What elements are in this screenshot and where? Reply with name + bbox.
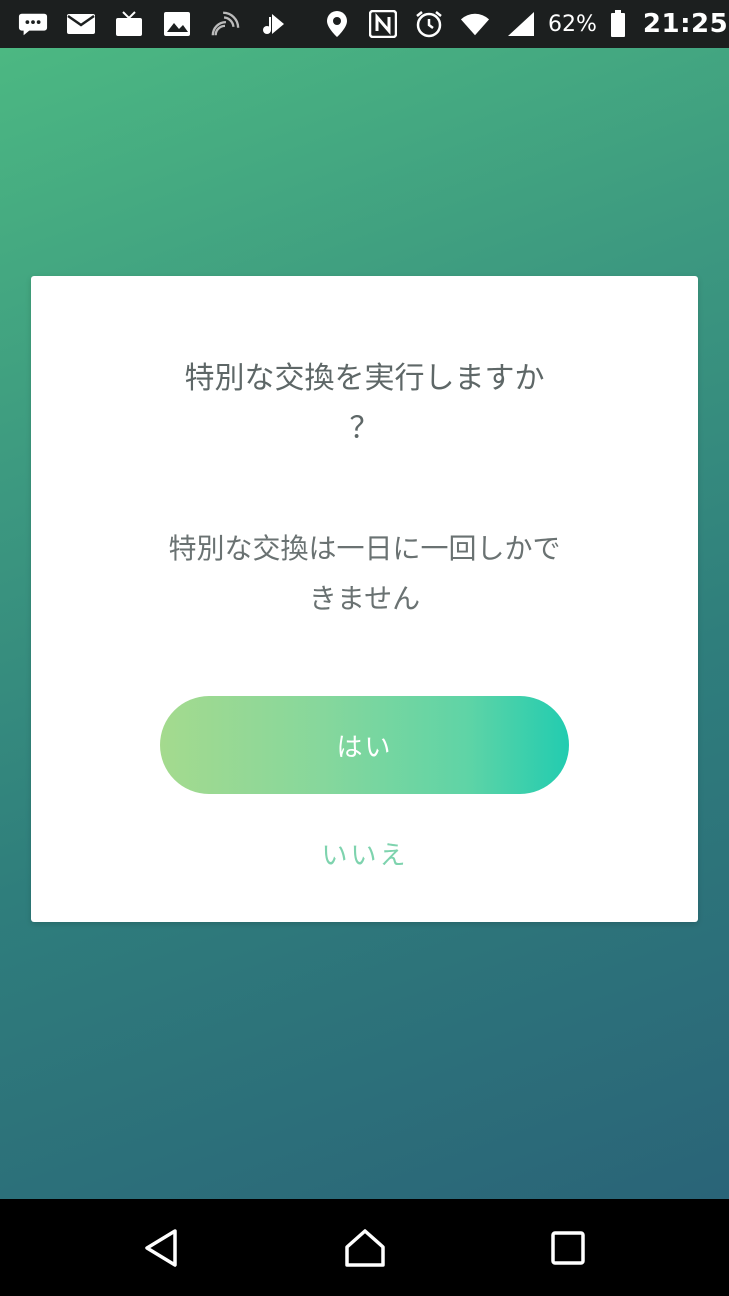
back-icon: [144, 1228, 177, 1267]
battery-percent: 62%: [548, 11, 597, 37]
notification-icons: [18, 9, 306, 39]
wifi-icon: [460, 9, 490, 39]
dialog-title: 特別な交換を実行しますか ？: [151, 354, 578, 454]
system-icons: 62% 21:25: [306, 9, 728, 39]
navigation-bar: [0, 1199, 729, 1296]
dialog-title-line1: 特別な交換を実行しますか: [184, 361, 545, 396]
status-bar: 62% 21:25: [0, 0, 729, 48]
dialog-message: 特別な交換は一日に一回しかで きません: [131, 524, 598, 624]
home-icon: [344, 1228, 385, 1267]
no-button[interactable]: いいえ: [265, 828, 465, 878]
recents-icon: [550, 1230, 585, 1265]
chat-icon: [18, 9, 48, 39]
yes-button[interactable]: はい: [160, 696, 569, 794]
status-clock: 21:25: [642, 9, 729, 39]
home-button[interactable]: [315, 1213, 415, 1283]
dialog-message-line1: 特別な交換は一日に一回しかで: [168, 532, 561, 565]
back-button[interactable]: [112, 1213, 212, 1283]
nfc-icon: [368, 9, 398, 39]
signal-icon: [506, 9, 536, 39]
recents-button[interactable]: [518, 1213, 618, 1283]
special-trade-dialog: 特別な交換を実行しますか ？ 特別な交換は一日に一回しかで きません はい いい…: [31, 276, 698, 922]
app-background: 特別な交換を実行しますか ？ 特別な交換は一日に一回しかで きません はい いい…: [0, 48, 729, 1199]
satellite-icon: [210, 9, 240, 39]
dialog-title-line2: ？: [349, 411, 380, 446]
alarm-icon: [414, 9, 444, 39]
tv-icon: [114, 9, 144, 39]
location-icon: [322, 9, 352, 39]
dialog-message-line2: きません: [308, 582, 421, 615]
mail-icon: [66, 9, 96, 39]
music-share-icon: [258, 9, 288, 39]
battery-icon: [603, 9, 633, 39]
image-icon: [162, 9, 192, 39]
